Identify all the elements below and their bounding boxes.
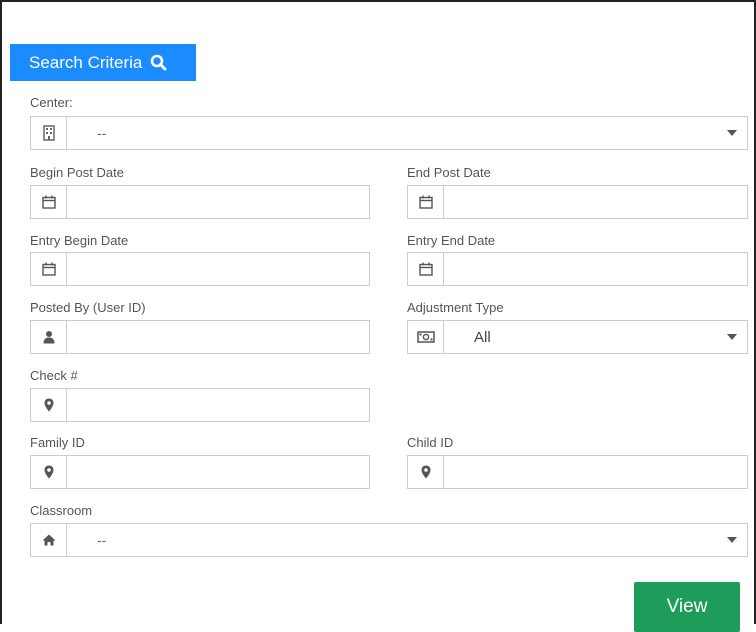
check-num-value [67,389,369,421]
end-post-date-field[interactable] [407,185,748,219]
center-value: -- [97,125,107,141]
family-id-addon [31,456,67,488]
child-id-field[interactable] [407,455,748,489]
entry-begin-date-value [67,253,369,285]
adjustment-type-select[interactable]: All [407,320,748,354]
entry-end-date-field[interactable] [407,252,748,286]
money-icon [416,331,435,343]
check-num-label: Check # [30,368,78,383]
map-marker-icon [44,465,53,479]
caret-down-icon[interactable] [717,524,747,556]
entry-end-date-addon[interactable] [408,253,444,285]
calendar-icon [41,262,56,276]
classroom-value: -- [97,532,107,548]
search-icon [151,54,167,71]
adjustment-type-addon [408,321,444,353]
calendar-icon [418,195,433,209]
view-button[interactable]: View [634,582,740,632]
entry-begin-date-label: Entry Begin Date [30,233,129,248]
building-icon [42,125,55,141]
check-num-field[interactable] [30,388,370,422]
adjustment-type-label: Adjustment Type [407,300,504,315]
calendar-icon [418,262,433,276]
search-criteria-header[interactable]: Search Criteria [10,44,196,81]
posted-by-field[interactable] [30,320,370,354]
begin-post-date-field[interactable] [30,185,370,219]
begin-post-date-label: Begin Post Date [30,165,124,180]
map-marker-icon [421,465,430,479]
begin-post-date-value [67,186,369,218]
caret-down-icon[interactable] [717,117,747,149]
end-post-date-addon[interactable] [408,186,444,218]
caret-down-icon[interactable] [717,321,747,353]
posted-by-label: Posted By (User ID) [30,300,146,315]
center-select[interactable]: -- [30,116,748,150]
begin-post-date-addon[interactable] [31,186,67,218]
classroom-select[interactable]: -- [30,523,748,557]
classroom-label: Classroom [30,503,93,518]
search-panel: Search Criteria Center: -- Begin Post Da… [0,0,756,632]
child-id-addon [408,456,444,488]
child-id-label: Child ID [407,435,454,450]
entry-begin-date-field[interactable] [30,252,370,286]
home-icon [42,534,55,546]
check-num-addon [31,389,67,421]
calendar-icon [41,195,56,209]
family-id-field[interactable] [30,455,370,489]
header-title: Search Criteria [29,52,143,72]
center-addon [31,117,67,149]
entry-begin-date-addon[interactable] [31,253,67,285]
family-id-label: Family ID [30,435,85,450]
family-id-value [67,456,369,488]
user-icon [43,331,54,344]
entry-end-date-label: Entry End Date [407,233,496,248]
child-id-value [444,456,747,488]
end-post-date-label: End Post Date [407,165,491,180]
adjustment-type-value: All [474,328,491,346]
posted-by-addon [31,321,67,353]
classroom-addon [31,524,67,556]
map-marker-icon [44,398,53,412]
entry-end-date-value [444,253,747,285]
posted-by-value [67,321,369,353]
center-label: Center: [30,95,73,110]
end-post-date-value [444,186,747,218]
